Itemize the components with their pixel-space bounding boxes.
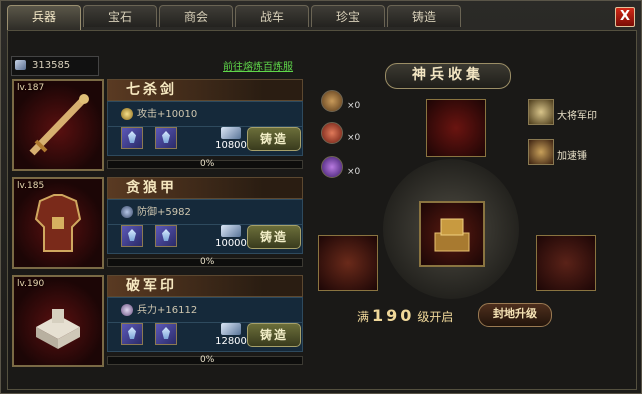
weapon-stat: 防御+5982: [121, 203, 191, 218]
weapon-thumbnail[interactable]: lv.190: [12, 275, 104, 367]
seal-label: 大将军印: [557, 111, 597, 122]
tab-chariot[interactable]: 战车: [235, 5, 309, 27]
gem-slot-icon[interactable]: [121, 225, 143, 247]
forge-button[interactable]: 铸造: [247, 127, 301, 151]
weapon-name: 破军印: [107, 275, 303, 297]
collection-title: 神兵收集: [385, 63, 511, 89]
hammer-count: ×0: [347, 133, 361, 143]
footer-suffix: 级开启: [417, 310, 454, 324]
weapon-card: lv.185 贪狼甲 防御+5982 10000 铸造 0%: [12, 177, 304, 272]
stat-text: 攻击+10010: [137, 109, 198, 120]
golden-seal-icon: [434, 218, 470, 252]
weapon-card: lv.187 七杀剑 攻击+10010 10800 铸造 0%: [12, 79, 304, 174]
tab-gems[interactable]: 宝石: [83, 5, 157, 27]
weapon-name: 贪狼甲: [107, 177, 303, 199]
hammer-count: ×0: [347, 101, 361, 111]
forge-cost: 12800: [211, 323, 251, 349]
gem-slot-icon[interactable]: [155, 127, 177, 149]
tab-treasure[interactable]: 珍宝: [311, 5, 385, 27]
hammer-count: ×0: [347, 167, 361, 177]
forge-cost: 10800: [211, 127, 251, 153]
unlock-requirement: 满 190 级开启: [357, 306, 453, 325]
tab-forge[interactable]: 铸造: [387, 5, 461, 27]
progress-percent: 0%: [200, 159, 215, 169]
forge-cost: 10000: [211, 225, 251, 251]
weapon-window: 兵器 宝石 商会 战车 珍宝 铸造 X 313585 前往熔炼百炼服 lv.18…: [0, 0, 642, 394]
close-button[interactable]: X: [615, 7, 635, 27]
silver-ore-icon: [15, 60, 26, 70]
stat-text: 防御+5982: [137, 207, 191, 218]
troop-medal-icon: [121, 304, 133, 316]
silver-ore-icon: [221, 127, 241, 139]
gem-slot-icon[interactable]: [155, 323, 177, 345]
stat-text: 兵力+16112: [137, 305, 198, 316]
speed-label: 加速锤: [557, 151, 587, 162]
seal-icon: [36, 309, 80, 349]
resource-counter: 313585: [11, 56, 99, 76]
sword-icon: [29, 94, 89, 156]
forge-button[interactable]: 铸造: [247, 323, 301, 347]
weapon-thumbnail[interactable]: lv.185: [12, 177, 104, 269]
resource-value: 313585: [32, 60, 71, 71]
footer-prefix: 满: [357, 310, 370, 324]
weapon-card: lv.190 破军印 兵力+16112 12800 铸造 0%: [12, 275, 304, 370]
collected-seal-slot[interactable]: [536, 235, 596, 291]
red-hammer-icon[interactable]: [321, 122, 343, 144]
collected-armor-slot[interactable]: [318, 235, 378, 291]
sword-medal-icon: [121, 108, 133, 120]
gem-slot-icon[interactable]: [121, 127, 143, 149]
forge-button[interactable]: 铸造: [247, 225, 301, 249]
gem-slot-icon[interactable]: [121, 323, 143, 345]
speed-hammer-icon[interactable]: [528, 139, 554, 165]
bronze-hammer-icon[interactable]: [321, 90, 343, 112]
tab-weapons[interactable]: 兵器: [7, 5, 81, 30]
weapon-stat: 攻击+10010: [121, 105, 197, 120]
fief-upgrade-button[interactable]: 封地升级: [478, 303, 552, 327]
armor-icon: [34, 194, 82, 252]
weapon-thumbnail[interactable]: lv.187: [12, 79, 104, 171]
weapon-name: 七杀剑: [107, 79, 303, 101]
collection-center-slot[interactable]: [419, 201, 485, 267]
footer-level: 190: [372, 306, 415, 325]
weapon-stat: 兵力+16112: [121, 301, 197, 316]
silver-ore-icon: [221, 323, 241, 335]
gem-slot-icon[interactable]: [155, 225, 177, 247]
goto-smelting-link[interactable]: 前往熔炼百炼服: [223, 58, 293, 73]
collected-sword-slot[interactable]: [426, 99, 486, 157]
progress-percent: 0%: [200, 355, 215, 365]
silver-ore-icon: [221, 225, 241, 237]
general-seal-icon[interactable]: [528, 99, 554, 125]
tab-guild[interactable]: 商会: [159, 5, 233, 27]
progress-percent: 0%: [200, 257, 215, 267]
purple-hammer-icon[interactable]: [321, 156, 343, 178]
shield-medal-icon: [121, 206, 133, 218]
